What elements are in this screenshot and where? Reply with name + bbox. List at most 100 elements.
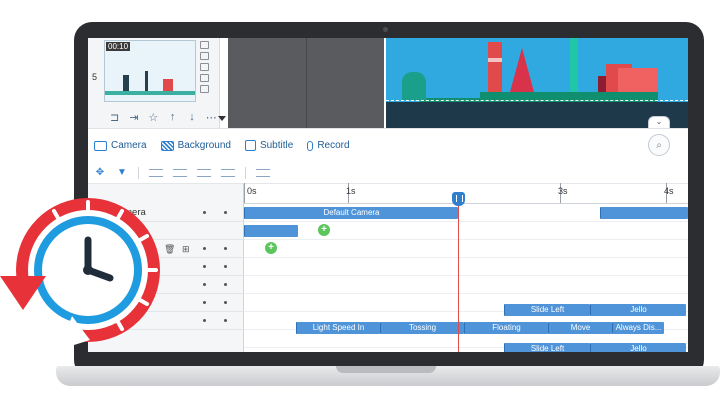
scene-action-bar: ⊐ ⇥ ☆ ↑ ↓ ⋯ <box>88 106 220 128</box>
star-icon[interactable]: ☆ <box>145 108 162 126</box>
canvas-boundary <box>386 100 688 102</box>
tab-background[interactable]: Background <box>160 140 231 151</box>
playhead-line <box>458 198 459 352</box>
timeline-lane: + <box>244 240 688 258</box>
tower-stripe <box>488 58 502 62</box>
clip-move[interactable]: Move <box>548 322 612 334</box>
playhead-handle[interactable] <box>452 192 465 206</box>
lock-dot[interactable] <box>224 319 227 322</box>
lock-dot[interactable] <box>224 247 227 250</box>
scene-panel: 5 00:10 ⊐ ⇥ ☆ ↑ ↓ ⋯ <box>88 38 220 128</box>
clip-background[interactable] <box>244 225 298 237</box>
camera-icon <box>94 140 107 151</box>
clock-center <box>83 265 93 275</box>
filter-icon[interactable]: ▼ <box>116 167 128 178</box>
scene-side-tools <box>198 38 212 104</box>
clock-history-icon <box>0 198 160 350</box>
clip-slide-left[interactable]: Slide Left <box>504 304 590 316</box>
ruler-label: 4s <box>664 186 674 196</box>
tab-record[interactable]: Record <box>307 140 350 151</box>
rocket-shape[interactable] <box>510 48 534 92</box>
background-icon <box>160 140 174 151</box>
ruler-tick <box>244 183 245 203</box>
tab-background-label: Background <box>177 140 231 151</box>
group-icon[interactable]: ⊞ <box>182 244 190 255</box>
ruler-label: 1s <box>346 186 356 196</box>
tab-camera-label: Camera <box>111 140 147 151</box>
collapse-preview-icon[interactable]: ⌄ <box>648 116 670 128</box>
lock-dot[interactable] <box>224 211 227 214</box>
add-scene-icon[interactable]: ⊐ <box>106 108 123 126</box>
webcam-dot <box>383 27 388 32</box>
copy-icon[interactable] <box>200 41 209 49</box>
arrow-up-icon[interactable]: ↑ <box>164 108 181 126</box>
clip-camera-2[interactable] <box>600 207 688 219</box>
crane-shape[interactable] <box>570 38 578 92</box>
timeline-toolbar: ✥ ▼ <box>88 162 688 184</box>
thumbnail-shape <box>123 75 129 91</box>
canvas-preview[interactable] <box>384 38 688 128</box>
character-shape[interactable] <box>402 72 426 100</box>
laptop-notch <box>336 366 436 373</box>
ruler-label: 0s <box>247 186 257 196</box>
timeline-ruler[interactable]: 0s 1s 3s 4s <box>244 183 688 204</box>
timeline-lane: + <box>244 222 688 240</box>
building-shape[interactable] <box>618 68 658 92</box>
timeline-lane <box>244 258 688 276</box>
clip-floating[interactable]: Floating <box>464 322 548 334</box>
timeline-lane: Default Camera <box>244 204 688 222</box>
clip-tossing[interactable]: Tossing <box>380 322 464 334</box>
clip-default-camera[interactable]: Default Camera <box>244 207 458 219</box>
microphone-icon <box>307 140 314 151</box>
scene-number: 5 <box>92 72 98 82</box>
canvas-ground <box>386 102 688 128</box>
visibility-dot[interactable] <box>203 247 206 250</box>
timeline-settings-icon[interactable] <box>256 168 270 177</box>
visibility-dot[interactable] <box>203 301 206 304</box>
canvas-guide-line <box>306 38 307 128</box>
scene-duration-label: 00:10 <box>106 42 131 51</box>
paste-icon[interactable] <box>200 52 209 60</box>
thumbnail-shape <box>163 79 173 91</box>
move-icon[interactable]: ✥ <box>94 167 106 178</box>
tab-record-label: Record <box>317 140 350 151</box>
clip-light-speed-in[interactable]: Light Speed In <box>296 322 380 334</box>
lock-dot[interactable] <box>224 301 227 304</box>
exit-icon[interactable]: ⇥ <box>125 108 142 126</box>
tower-shape[interactable] <box>488 42 502 92</box>
duplicate-icon[interactable] <box>200 63 209 71</box>
clip-jello[interactable]: Jello <box>590 343 686 352</box>
transition-icon[interactable] <box>200 74 209 82</box>
ruler-label: 3s <box>558 186 568 196</box>
lock-dot[interactable] <box>224 265 227 268</box>
clip-slide-left[interactable]: Slide Left <box>504 343 590 352</box>
element-tab-bar: Camera Background Subtitle Record <box>88 128 688 162</box>
clip-jello[interactable]: Jello <box>590 304 686 316</box>
lock-dot[interactable] <box>224 283 227 286</box>
timeline-lane <box>244 276 688 294</box>
thumbnail-shape <box>145 71 148 91</box>
align-right-icon[interactable] <box>197 168 211 177</box>
arrow-down-icon[interactable]: ↓ <box>183 108 200 126</box>
visibility-dot[interactable] <box>203 319 206 322</box>
zoom-canvas-button[interactable]: ⌕ <box>648 134 670 156</box>
add-keyframe-icon[interactable]: + <box>265 242 277 254</box>
tab-subtitle[interactable]: Subtitle <box>244 140 293 151</box>
scene-thumbnail[interactable]: 00:10 <box>104 40 196 102</box>
align-center-icon[interactable] <box>173 168 187 177</box>
toolbar-divider <box>138 166 139 179</box>
scroll-down-icon[interactable] <box>218 116 226 121</box>
subtitle-icon <box>244 140 256 151</box>
distribute-icon[interactable] <box>221 168 235 177</box>
toolbar-divider <box>245 166 246 179</box>
tab-camera[interactable]: Camera <box>94 140 147 151</box>
edit-icon[interactable] <box>200 85 209 93</box>
visibility-dot[interactable] <box>203 283 206 286</box>
add-keyframe-icon[interactable]: + <box>318 224 330 236</box>
align-left-icon[interactable] <box>149 168 163 177</box>
thumbnail-ground <box>105 91 195 95</box>
app-screen: 5 00:10 ⊐ ⇥ ☆ ↑ ↓ ⋯ ⌄ Camera Background … <box>88 38 688 352</box>
visibility-dot[interactable] <box>203 265 206 268</box>
clip-always-display[interactable]: Always Dis... <box>612 322 664 334</box>
visibility-dot[interactable] <box>203 211 206 214</box>
